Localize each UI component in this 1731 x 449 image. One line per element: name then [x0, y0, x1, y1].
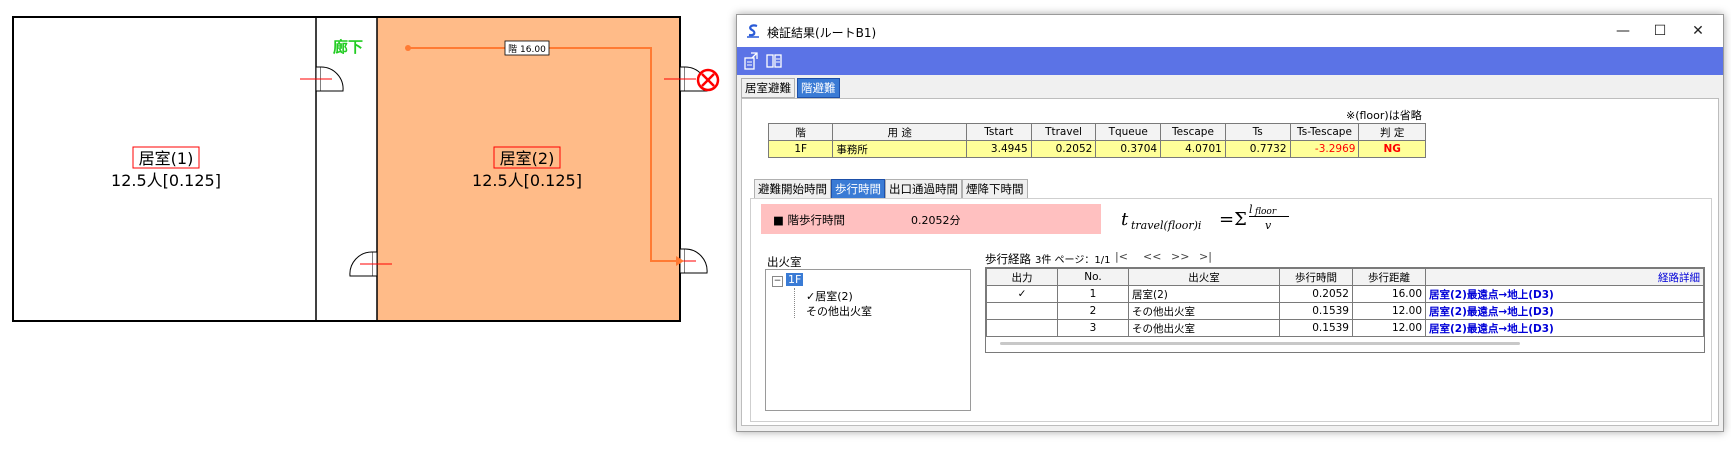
walking-route-label: 歩行経路: [985, 252, 1031, 266]
pager-first-button[interactable]: |<: [1115, 250, 1128, 263]
summary-floor: 1F: [767, 140, 834, 158]
summary-header-use: 用 途: [832, 123, 967, 141]
maximize-button[interactable]: ☐: [1650, 21, 1670, 41]
route-detail-link[interactable]: 居室(2)最遠点→地上(D3): [1425, 319, 1704, 337]
title-bar: 検証結果(ルートB1) — ☐ ✕: [737, 15, 1723, 47]
tree-item-room2[interactable]: ✓居室(2): [806, 288, 853, 304]
route-table: 出力 No. 出火室 歩行時間 歩行距離 経路詳細 ✓ 1 居室(2) 0.20…: [986, 268, 1704, 337]
columns-icon[interactable]: [765, 52, 783, 70]
walking-time-bar: ■ 階歩行時間 0.2052分: [761, 204, 1101, 234]
table-row[interactable]: ✓ 1 居室(2) 0.2052 16.00 居室(2)最遠点→地上(D3): [986, 285, 1704, 303]
walking-time-value: 0.2052分: [911, 214, 961, 227]
summary-header-ts: Ts: [1224, 123, 1291, 141]
tree-root-1f[interactable]: 1F: [786, 273, 804, 286]
fire-room-label: 出火室: [767, 255, 802, 269]
summary-table: 階 用 途 Tstart Ttravel Tqueue Tescape Ts T…: [767, 123, 1426, 158]
ng-mark-icon: [696, 68, 720, 92]
room2-name: 居室(2): [500, 149, 555, 168]
app-icon: [747, 24, 759, 38]
export-icon[interactable]: [743, 52, 761, 70]
walking-time-formula: t travel(floor)i =Σ l floor v: [1121, 203, 1301, 239]
subtab-smoke-descent-time[interactable]: 煙降下時間: [962, 179, 1028, 199]
toolbar: [737, 47, 1723, 75]
summary-ts: 0.7732: [1224, 140, 1291, 158]
summary-ttravel: 0.2052: [1030, 140, 1097, 158]
route-table-frame: 出力 No. 出火室 歩行時間 歩行距離 経路詳細 ✓ 1 居室(2) 0.20…: [985, 267, 1705, 353]
room2-fill: [377, 17, 680, 321]
room2-occupancy: 12.5人[0.125]: [472, 171, 582, 190]
summary-judgement: NG: [1358, 140, 1426, 158]
summary-header-floor: 階: [767, 123, 834, 141]
corridor-label: 廊下: [333, 38, 363, 56]
route-header-walking-time: 歩行時間: [1279, 268, 1353, 286]
route-detail-link[interactable]: 居室(2)最遠点→地上(D3): [1425, 302, 1704, 320]
summary-header-ts-tescape: Ts-Tescape: [1289, 123, 1360, 141]
table-row[interactable]: 2 その他出火室 0.1539 12.00 居室(2)最遠点→地上(D3): [986, 302, 1704, 320]
subtab-walking-time[interactable]: 歩行時間: [831, 179, 885, 199]
summary-use: 事務所: [832, 140, 967, 158]
room1-occupancy: 12.5人[0.125]: [111, 171, 221, 190]
close-button[interactable]: ✕: [1688, 21, 1708, 41]
summary-tqueue: 0.3704: [1095, 140, 1162, 158]
route-header-fire-room: 出火室: [1128, 268, 1280, 286]
route-count: 3件 ページ：1/1: [1035, 255, 1111, 266]
route-detail-link[interactable]: 居室(2)最遠点→地上(D3): [1425, 285, 1704, 303]
horizontal-scrollbar[interactable]: [1000, 342, 1520, 345]
subtab-exit-passage-time[interactable]: 出口通過時間: [885, 179, 962, 199]
tab-floor-evacuation[interactable]: 階避難: [797, 78, 840, 98]
route-header-walking-distance: 歩行距離: [1352, 268, 1426, 286]
pager-last-button[interactable]: >|: [1199, 250, 1212, 263]
floor-omitted-note: ※(floor)は省略: [1346, 109, 1422, 122]
room1-name: 居室(1): [139, 149, 194, 168]
floor-evacuation-panel: ※(floor)は省略 階 用 途 Tstart Ttravel Tqueue …: [741, 98, 1719, 426]
verification-result-window: 検証結果(ルートB1) — ☐ ✕ 居室避難 階避難 ※(floor)は省略 階…: [736, 14, 1724, 432]
table-row[interactable]: 3 その他出火室 0.1539 12.00 居室(2)最遠点→地上(D3): [986, 319, 1704, 337]
floor-plan: 階 16.00 廊下 居室(1) 12.5人[0.125] 居室(2) 12.5…: [12, 16, 720, 322]
route-pager: |< << >> >|: [1115, 250, 1225, 266]
summary-tescape: 4.0701: [1160, 140, 1226, 158]
route-output-check[interactable]: [986, 302, 1058, 320]
pager-next-button[interactable]: >>: [1171, 250, 1189, 263]
route-distance-label: 階 16.00: [508, 44, 546, 55]
tree-item-other-fire-room[interactable]: その他出火室: [806, 303, 872, 319]
summary-header-tstart: Tstart: [965, 123, 1032, 141]
fire-room-tree: − 1F ✓居室(2) その他出火室: [765, 269, 971, 411]
window-title: 検証結果(ルートB1): [767, 26, 877, 40]
summary-row[interactable]: 1F 事務所 3.4945 0.2052 0.3704 4.0701 0.773…: [767, 140, 1426, 158]
route-header-no: No.: [1057, 268, 1129, 286]
door-room1: [300, 66, 344, 92]
subtab-evac-start-time[interactable]: 避難開始時間: [754, 179, 831, 199]
route-output-check[interactable]: ✓: [986, 285, 1058, 303]
summary-header-tqueue: Tqueue: [1095, 123, 1162, 141]
summary-header-judgement: 判 定: [1358, 123, 1426, 141]
walking-time-label: ■ 階歩行時間: [773, 213, 846, 227]
route-header-output: 出力: [986, 268, 1058, 286]
minimize-button[interactable]: —: [1613, 21, 1633, 41]
summary-tstart: 3.4945: [965, 140, 1032, 158]
summary-header-ttravel: Ttravel: [1030, 123, 1097, 141]
tree-collapse-icon[interactable]: −: [772, 276, 783, 287]
tab-room-evacuation[interactable]: 居室避難: [741, 78, 795, 98]
summary-header-tescape: Tescape: [1160, 123, 1226, 141]
route-output-check[interactable]: [986, 319, 1058, 337]
summary-ts-tescape: -3.2969: [1289, 140, 1360, 158]
pager-prev-button[interactable]: <<: [1143, 250, 1161, 263]
route-header-route-detail: 経路詳細: [1425, 268, 1704, 286]
walking-time-pane: ■ 階歩行時間 0.2052分 t travel(floor)i =Σ l fl…: [750, 198, 1712, 422]
